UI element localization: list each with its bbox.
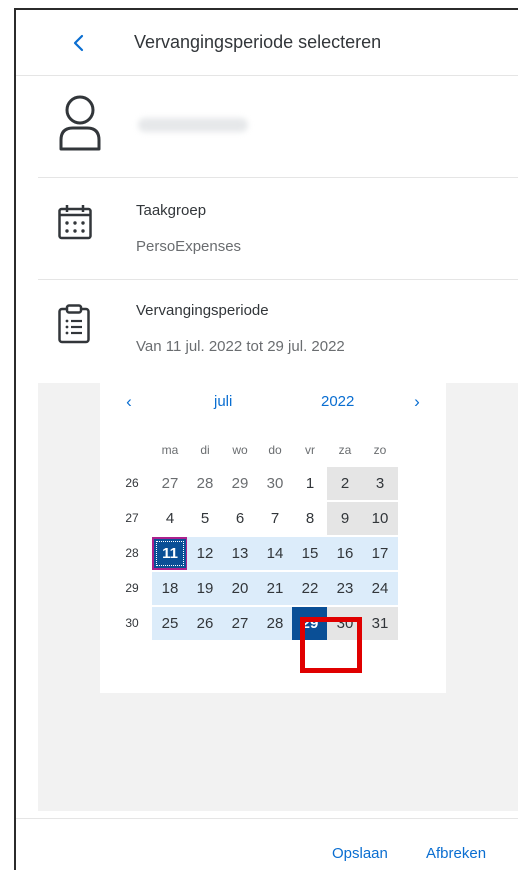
year-button[interactable]: 2022 [321, 393, 354, 410]
dialog-panel: Vervangingsperiode selecteren Taakgroep … [14, 8, 518, 870]
day-cell[interactable]: 25 [152, 607, 188, 640]
user-row [38, 76, 518, 178]
day-cell[interactable]: 7 [257, 502, 293, 535]
day-cell[interactable]: 11 [152, 537, 188, 570]
day-cell[interactable]: 29 [222, 467, 258, 500]
day-cell[interactable]: 4 [152, 502, 188, 535]
day-cell[interactable]: 24 [362, 572, 398, 605]
previous-month-button[interactable]: ‹ [118, 391, 140, 413]
day-cell[interactable]: 22 [292, 572, 328, 605]
weekday-ma: ma [161, 443, 179, 457]
period-label: Vervangingsperiode [136, 302, 269, 319]
date-range-calendar: ‹ juli 2022 › ma di wo do vr za zo 26 27 28 29 30 1… [100, 383, 446, 693]
day-cell[interactable]: 21 [257, 572, 293, 605]
month-button[interactable]: juli [214, 393, 232, 410]
task-group-row: Taakgroep PersoExpenses [38, 178, 518, 280]
week-number: 26 [125, 476, 139, 490]
user-name-redacted [138, 118, 248, 132]
calendar-area: ‹ juli 2022 › ma di wo do vr za zo 26 27 28 29 30 1… [38, 383, 518, 811]
day-cell[interactable]: 1 [292, 467, 328, 500]
day-cell[interactable]: 28 [257, 607, 293, 640]
weekday-za: za [338, 443, 352, 457]
header: Vervangingsperiode selecteren [16, 10, 518, 76]
day-cell[interactable]: 6 [222, 502, 258, 535]
back-button[interactable] [66, 30, 92, 56]
period-value: Van 11 jul. 2022 tot 29 jul. 2022 [136, 338, 345, 355]
day-cell[interactable]: 31 [362, 607, 398, 640]
day-cell[interactable]: 27 [152, 467, 188, 500]
footer-toolbar: Opslaan Afbreken [16, 818, 518, 870]
task-group-label: Taakgroep [136, 202, 207, 219]
day-cell[interactable]: 20 [222, 572, 258, 605]
day-cell[interactable]: 14 [257, 537, 293, 570]
week-number: 30 [125, 616, 139, 630]
next-month-button[interactable]: › [406, 391, 428, 413]
week-number: 27 [125, 511, 139, 525]
person-icon [59, 95, 101, 151]
period-row: Vervangingsperiode Van 11 jul. 2022 tot … [38, 280, 518, 383]
day-cell[interactable]: 16 [327, 537, 363, 570]
day-cell[interactable]: 28 [187, 467, 223, 500]
day-cell[interactable]: 27 [222, 607, 258, 640]
save-button[interactable]: Opslaan [332, 845, 388, 862]
day-cell[interactable]: 29 [292, 607, 328, 640]
weekday-do: do [268, 443, 282, 457]
day-cell[interactable]: 5 [187, 502, 223, 535]
chevron-left-icon [73, 34, 84, 52]
task-group-value: PersoExpenses [136, 238, 242, 255]
page-title: Vervangingsperiode selecteren [134, 32, 382, 52]
day-cell[interactable]: 12 [187, 537, 223, 570]
weekday-zo: zo [373, 443, 387, 457]
day-cell[interactable]: 23 [327, 572, 363, 605]
day-cell[interactable]: 8 [292, 502, 328, 535]
calendar-header: ‹ juli 2022 › [100, 383, 446, 423]
clipboard-icon [58, 304, 90, 344]
week-number: 28 [125, 546, 139, 560]
week-number: 29 [125, 581, 139, 595]
calendar-icon [58, 205, 92, 240]
day-cell[interactable]: 3 [362, 467, 398, 500]
day-cell[interactable]: 26 [187, 607, 223, 640]
weekday-wo: wo [232, 443, 248, 457]
day-cell[interactable]: 18 [152, 572, 188, 605]
day-cell[interactable]: 30 [257, 467, 293, 500]
weekday-vr: vr [305, 443, 315, 457]
day-cell[interactable]: 13 [222, 537, 258, 570]
day-cell[interactable]: 2 [327, 467, 363, 500]
day-cell[interactable]: 30 [327, 607, 363, 640]
day-cell[interactable]: 17 [362, 537, 398, 570]
day-cell[interactable]: 10 [362, 502, 398, 535]
weekday-di: di [200, 443, 210, 457]
app-frame: Vervangingsperiode selecteren Taakgroep … [0, 0, 518, 870]
cancel-button[interactable]: Afbreken [426, 845, 486, 862]
day-cell[interactable]: 15 [292, 537, 328, 570]
day-cell[interactable]: 9 [327, 502, 363, 535]
day-cell[interactable]: 19 [187, 572, 223, 605]
